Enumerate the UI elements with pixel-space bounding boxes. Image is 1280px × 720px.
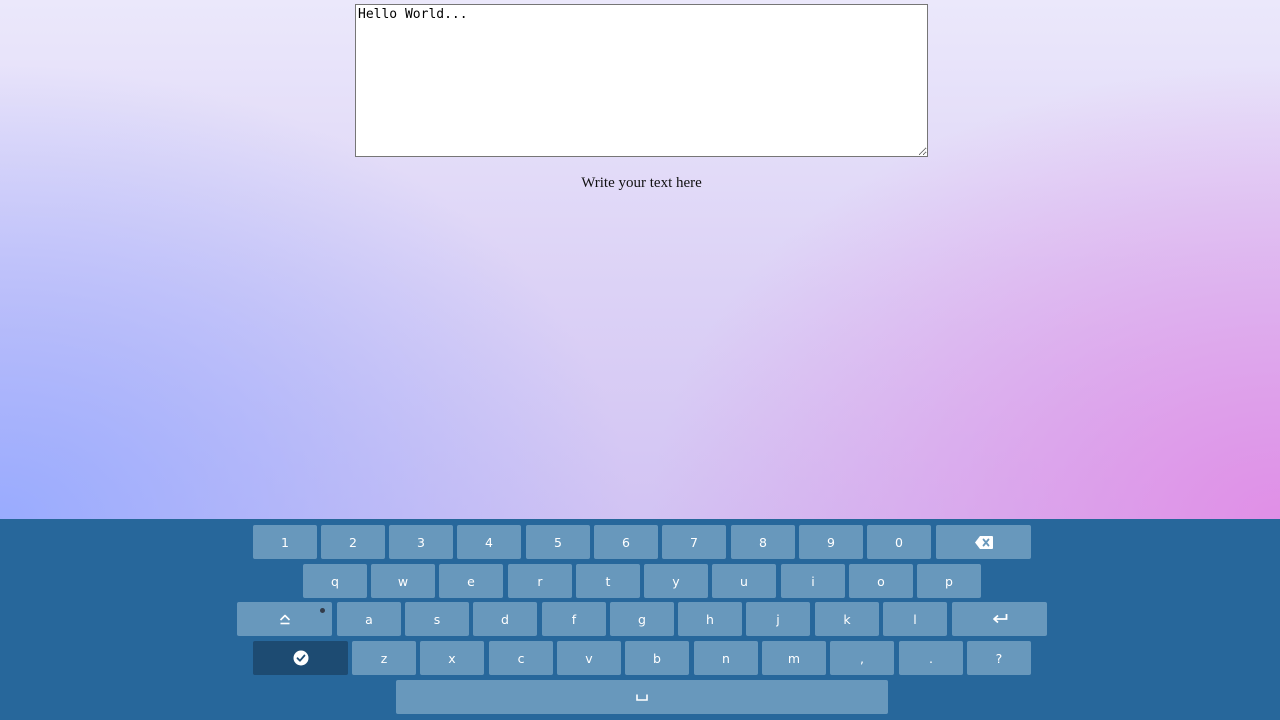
key-e[interactable]: e: [439, 564, 503, 598]
key-1[interactable]: 1: [253, 525, 317, 559]
shift-indicator-dot: [320, 608, 325, 613]
key-k[interactable]: k: [815, 602, 879, 636]
key-u[interactable]: u: [712, 564, 776, 598]
key-8[interactable]: 8: [731, 525, 795, 559]
key-7[interactable]: 7: [662, 525, 726, 559]
backspace-key[interactable]: [936, 525, 1031, 559]
enter-key[interactable]: [952, 602, 1047, 636]
key-a[interactable]: a: [337, 602, 401, 636]
space-key[interactable]: [396, 680, 888, 714]
key-period[interactable]: .: [899, 641, 963, 675]
text-editor[interactable]: Hello World...: [355, 4, 928, 157]
key-n[interactable]: n: [694, 641, 758, 675]
key-s[interactable]: s: [405, 602, 469, 636]
key-p[interactable]: p: [917, 564, 981, 598]
key-d[interactable]: d: [473, 602, 537, 636]
key-g[interactable]: g: [610, 602, 674, 636]
key-b[interactable]: b: [625, 641, 689, 675]
key-m[interactable]: m: [762, 641, 826, 675]
check-icon: [293, 650, 309, 666]
key-3[interactable]: 3: [389, 525, 453, 559]
key-question[interactable]: ?: [967, 641, 1031, 675]
key-j[interactable]: j: [746, 602, 810, 636]
key-9[interactable]: 9: [799, 525, 863, 559]
key-w[interactable]: w: [371, 564, 435, 598]
key-o[interactable]: o: [849, 564, 913, 598]
key-r[interactable]: r: [508, 564, 572, 598]
key-comma[interactable]: ,: [830, 641, 894, 675]
key-h[interactable]: h: [678, 602, 742, 636]
key-0[interactable]: 0: [867, 525, 931, 559]
key-2[interactable]: 2: [321, 525, 385, 559]
key-i[interactable]: i: [781, 564, 845, 598]
key-4[interactable]: 4: [457, 525, 521, 559]
key-x[interactable]: x: [420, 641, 484, 675]
shift-icon: [279, 614, 291, 625]
key-q[interactable]: q: [303, 564, 367, 598]
key-l[interactable]: l: [883, 602, 947, 636]
key-6[interactable]: 6: [594, 525, 658, 559]
key-t[interactable]: t: [576, 564, 640, 598]
key-v[interactable]: v: [557, 641, 621, 675]
key-5[interactable]: 5: [526, 525, 590, 559]
key-c[interactable]: c: [489, 641, 553, 675]
key-f[interactable]: f: [542, 602, 606, 636]
space-icon: [636, 694, 648, 701]
accept-key[interactable]: [253, 641, 348, 675]
virtual-keyboard: 1 2 3 4 5 6 7 8 9 0 q w e r t y u i o p …: [0, 519, 1280, 720]
shift-key[interactable]: [237, 602, 332, 636]
key-y[interactable]: y: [644, 564, 708, 598]
key-z[interactable]: z: [352, 641, 416, 675]
backspace-icon: [974, 535, 993, 549]
enter-icon: [992, 613, 1008, 625]
editor-caption: Write your text here: [581, 175, 702, 191]
